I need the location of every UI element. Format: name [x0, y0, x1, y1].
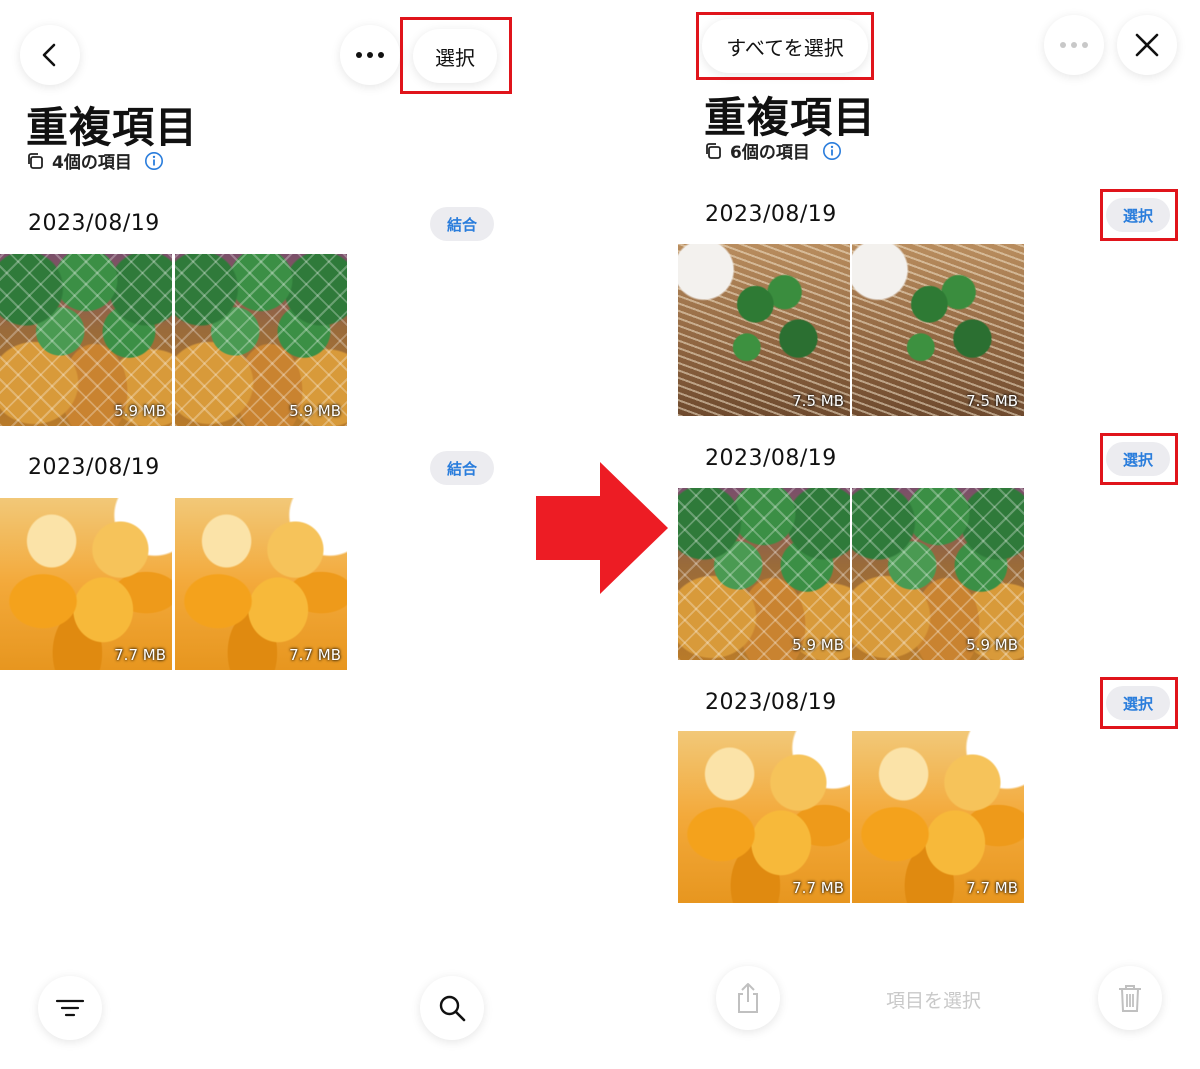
- group-date: 2023/08/19: [705, 202, 837, 227]
- file-size: 5.9 MB: [114, 402, 166, 420]
- photo-thumbnail[interactable]: 7.7 MB: [678, 731, 850, 903]
- file-size: 7.5 MB: [792, 392, 844, 410]
- highlight-box: [400, 17, 512, 94]
- close-icon: [1135, 33, 1159, 57]
- item-count: 4個の項目: [26, 148, 164, 173]
- duplicate-icon: [28, 152, 43, 169]
- photo-thumbnail[interactable]: 5.9 MB: [175, 254, 347, 426]
- page-title: 重複項目: [704, 93, 877, 142]
- highlight-box: [696, 12, 874, 80]
- file-size: 5.9 MB: [792, 636, 844, 654]
- file-size: 7.7 MB: [966, 879, 1018, 897]
- share-icon: [738, 983, 758, 1013]
- photo-thumbnail[interactable]: 7.7 MB: [175, 498, 347, 670]
- highlight-box: [1100, 433, 1178, 485]
- info-icon[interactable]: [144, 151, 164, 171]
- filter-button[interactable]: [38, 976, 102, 1040]
- group-date: 2023/08/19: [705, 690, 837, 715]
- photo-thumbnail[interactable]: 7.7 MB: [0, 498, 172, 670]
- file-size: 7.5 MB: [966, 392, 1018, 410]
- photo-thumbnail[interactable]: 5.9 MB: [0, 254, 172, 426]
- merge-button-label: 結合: [446, 215, 477, 234]
- group-date: 2023/08/19: [28, 211, 160, 236]
- file-size: 5.9 MB: [966, 636, 1018, 654]
- share-button[interactable]: [716, 966, 780, 1030]
- page-title: 重複項目: [26, 103, 199, 152]
- file-size: 7.7 MB: [792, 879, 844, 897]
- left-screen: 選択 重複項目 4個の項目 2023/08/19 結合 5.9 MB 5.9 M…: [0, 0, 520, 1069]
- merge-button-label: 結合: [446, 459, 477, 478]
- filter-icon: [55, 999, 85, 1017]
- item-count-label: 4個の項目: [52, 153, 132, 173]
- more-button[interactable]: [1044, 15, 1104, 75]
- photo-thumbnail[interactable]: 7.5 MB: [852, 244, 1024, 416]
- photo-thumbnail[interactable]: 5.9 MB: [852, 488, 1024, 660]
- info-icon[interactable]: [822, 141, 842, 161]
- trash-icon: [1119, 985, 1141, 1012]
- ellipsis-icon: [1060, 42, 1088, 48]
- file-size: 5.9 MB: [289, 402, 341, 420]
- group-date: 2023/08/19: [705, 446, 837, 471]
- highlight-box: [1100, 189, 1178, 241]
- delete-button[interactable]: [1098, 966, 1162, 1030]
- file-size: 7.7 MB: [289, 646, 341, 664]
- search-icon: [439, 995, 466, 1022]
- chevron-left-icon: [42, 43, 56, 67]
- search-button[interactable]: [420, 976, 484, 1040]
- group-date: 2023/08/19: [28, 455, 160, 480]
- file-size: 7.7 MB: [114, 646, 166, 664]
- merge-button[interactable]: 結合: [430, 451, 494, 485]
- photo-thumbnail[interactable]: 7.5 MB: [678, 244, 850, 416]
- back-button[interactable]: [20, 25, 80, 85]
- merge-button[interactable]: 結合: [430, 207, 494, 241]
- right-screen: すべてを選択 重複項目 6個の項目 2023/08/19 選択 7.5 MB 7…: [676, 0, 1200, 1069]
- more-button[interactable]: [340, 25, 400, 85]
- close-button[interactable]: [1117, 15, 1177, 75]
- select-items-prompt: 項目を選択: [886, 990, 982, 1012]
- duplicate-icon: [706, 142, 721, 159]
- highlight-box: [1100, 677, 1178, 729]
- right-arrow-icon: [536, 462, 668, 594]
- item-count-label: 6個の項目: [730, 143, 810, 163]
- ellipsis-icon: [356, 52, 384, 58]
- item-count: 6個の項目: [704, 138, 842, 163]
- photo-thumbnail[interactable]: 5.9 MB: [678, 488, 850, 660]
- photo-thumbnail[interactable]: 7.7 MB: [852, 731, 1024, 903]
